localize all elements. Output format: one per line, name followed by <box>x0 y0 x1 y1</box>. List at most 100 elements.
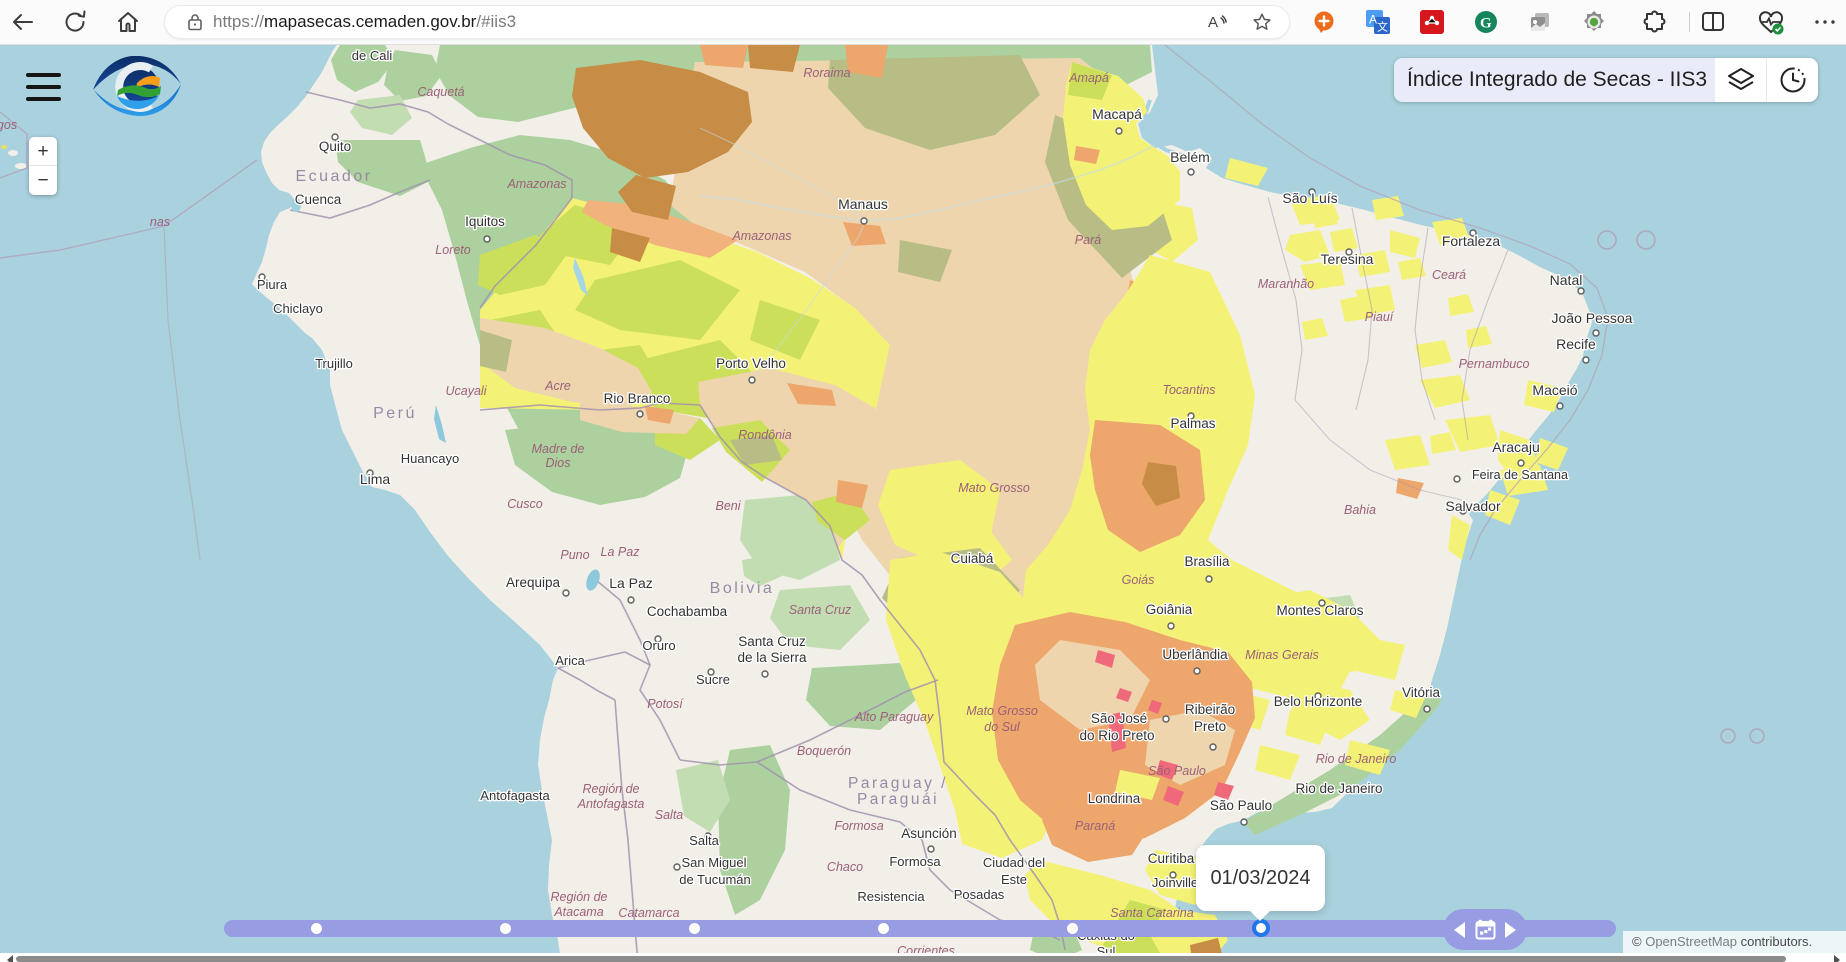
svg-text:Amazonas: Amazonas <box>506 177 566 191</box>
svg-text:gos: gos <box>0 118 17 132</box>
svg-text:Cuenca: Cuenca <box>295 192 342 207</box>
svg-text:de Tucumán: de Tucumán <box>679 872 751 887</box>
svg-text:do Sul: do Sul <box>984 720 1021 734</box>
svg-text:Goiânia: Goiânia <box>1146 602 1193 617</box>
svg-text:Paraguay /: Paraguay / <box>848 775 948 792</box>
svg-text:Alto Paraguay: Alto Paraguay <box>854 710 934 724</box>
svg-text:Cuiabá: Cuiabá <box>951 551 994 566</box>
svg-text:G: G <box>1480 16 1492 32</box>
svg-text:Minas Gerais: Minas Gerais <box>1245 648 1319 662</box>
svg-text:Atacama: Atacama <box>553 905 603 919</box>
svg-text:文: 文 <box>1377 20 1388 34</box>
svg-text:Arequipa: Arequipa <box>506 575 561 590</box>
svg-text:Posadas: Posadas <box>954 887 1005 902</box>
svg-text:nas: nas <box>150 215 170 229</box>
svg-text:Antofagasta: Antofagasta <box>480 788 550 803</box>
svg-text:Arica: Arica <box>555 653 585 668</box>
svg-text:Cochabamba: Cochabamba <box>647 604 728 619</box>
svg-text:La Paz: La Paz <box>601 545 641 559</box>
svg-text:Acre: Acre <box>544 379 571 393</box>
svg-text:Santa Cruz: Santa Cruz <box>738 634 806 649</box>
svg-text:Recife: Recife <box>1556 336 1596 352</box>
svg-text:Natal: Natal <box>1550 272 1583 288</box>
svg-text:Región de: Región de <box>551 890 608 904</box>
svg-text:São Paulo: São Paulo <box>1210 798 1272 813</box>
svg-text:Piura: Piura <box>257 277 288 292</box>
svg-text:Perú: Perú <box>373 405 417 422</box>
svg-text:Oruro: Oruro <box>642 638 675 653</box>
svg-text:Ucayali: Ucayali <box>446 384 488 398</box>
svg-text:Maceió: Maceió <box>1532 382 1577 398</box>
svg-text:Paraná: Paraná <box>1075 819 1115 833</box>
svg-text:Joinville: Joinville <box>1152 875 1198 890</box>
svg-text:Belo Horizonte: Belo Horizonte <box>1274 694 1363 709</box>
svg-text:Goiás: Goiás <box>1122 573 1155 587</box>
svg-text:São Paulo: São Paulo <box>1148 764 1206 778</box>
svg-text:Amapá: Amapá <box>1068 71 1109 85</box>
svg-text:Catamarca: Catamarca <box>618 906 679 920</box>
svg-text:Pernambuco: Pernambuco <box>1459 357 1530 371</box>
svg-text:Antofagasta: Antofagasta <box>577 797 645 811</box>
svg-text:Bolivia: Bolivia <box>710 580 775 597</box>
svg-text:A: A <box>1208 14 1218 31</box>
svg-text:Huancayo: Huancayo <box>401 451 460 466</box>
svg-text:Sucre: Sucre <box>696 672 730 687</box>
svg-text:Piauí: Piauí <box>1365 310 1395 324</box>
svg-text:Potosí: Potosí <box>647 697 684 711</box>
svg-text:Belém: Belém <box>1170 149 1210 165</box>
svg-text:Uberlândia: Uberlândia <box>1162 647 1228 662</box>
svg-text:Teresina: Teresina <box>1321 251 1374 267</box>
svg-text:São José: São José <box>1091 711 1147 726</box>
svg-text:Resistencia: Resistencia <box>857 889 925 904</box>
svg-text:Lima: Lima <box>360 471 391 487</box>
svg-text:Beni: Beni <box>715 499 741 513</box>
svg-text:Brasília: Brasília <box>1184 554 1230 569</box>
svg-text:Fortaleza: Fortaleza <box>1442 233 1501 249</box>
svg-text:Preto: Preto <box>1194 719 1226 734</box>
svg-text:Salta: Salta <box>655 808 684 822</box>
svg-text:Santa Cruz: Santa Cruz <box>789 603 852 617</box>
svg-text:Chaco: Chaco <box>827 860 863 874</box>
svg-text:João Pessoa: João Pessoa <box>1552 310 1633 326</box>
svg-text:Santa Catarina: Santa Catarina <box>1110 906 1193 920</box>
svg-text:Palmas: Palmas <box>1170 416 1215 431</box>
svg-text:Iquitos: Iquitos <box>465 214 505 229</box>
svg-text:Región de: Región de <box>583 782 640 796</box>
svg-text:Boquerón: Boquerón <box>797 744 851 758</box>
svg-text:Maranhão: Maranhão <box>1258 277 1314 291</box>
svg-text:San Miguel: San Miguel <box>681 855 746 870</box>
svg-text:Dios: Dios <box>545 456 570 470</box>
svg-text:Rio de Janeiro: Rio de Janeiro <box>1295 781 1382 796</box>
svg-text:Manaus: Manaus <box>838 196 888 212</box>
svg-text:Macapá: Macapá <box>1092 106 1142 122</box>
svg-text:Formosa: Formosa <box>889 854 941 869</box>
svg-text:Pará: Pará <box>1075 233 1101 247</box>
svg-text:Asunción: Asunción <box>901 826 957 841</box>
svg-text:Roraima: Roraima <box>803 66 850 80</box>
svg-text:Caquetá: Caquetá <box>417 85 464 99</box>
svg-text:Amazonas: Amazonas <box>731 229 791 243</box>
svg-text:Feira de Santana: Feira de Santana <box>1472 468 1568 482</box>
svg-text:Cusco: Cusco <box>507 497 542 511</box>
svg-text:Mato Grosso: Mato Grosso <box>966 704 1038 718</box>
svg-text:Mato Grosso: Mato Grosso <box>958 481 1030 495</box>
svg-text:Ceará: Ceará <box>1432 268 1466 282</box>
svg-text:Puno: Puno <box>560 548 589 562</box>
svg-text:Quito: Quito <box>319 139 351 154</box>
svg-text:Curitiba: Curitiba <box>1148 851 1195 866</box>
svg-text:de la Sierra: de la Sierra <box>737 650 807 665</box>
svg-text:Ribeirão: Ribeirão <box>1185 702 1235 717</box>
svg-text:Paraguái: Paraguái <box>857 791 939 808</box>
svg-text:Este: Este <box>1001 872 1027 887</box>
svg-text:do Rio Preto: do Rio Preto <box>1079 728 1154 743</box>
svg-text:Bahia: Bahia <box>1344 503 1376 517</box>
svg-text:Vitória: Vitória <box>1402 685 1441 700</box>
svg-text:Rio de Janeiro: Rio de Janeiro <box>1316 752 1397 766</box>
svg-text:Loreto: Loreto <box>435 243 470 257</box>
svg-text:Londrina: Londrina <box>1088 791 1141 806</box>
svg-text:Salta: Salta <box>689 833 719 848</box>
svg-text:Tocantins: Tocantins <box>1162 383 1215 397</box>
svg-text:Rio Branco: Rio Branco <box>604 391 671 406</box>
svg-text:Rondônia: Rondônia <box>738 428 792 442</box>
svg-text:de Cali: de Cali <box>352 48 393 63</box>
